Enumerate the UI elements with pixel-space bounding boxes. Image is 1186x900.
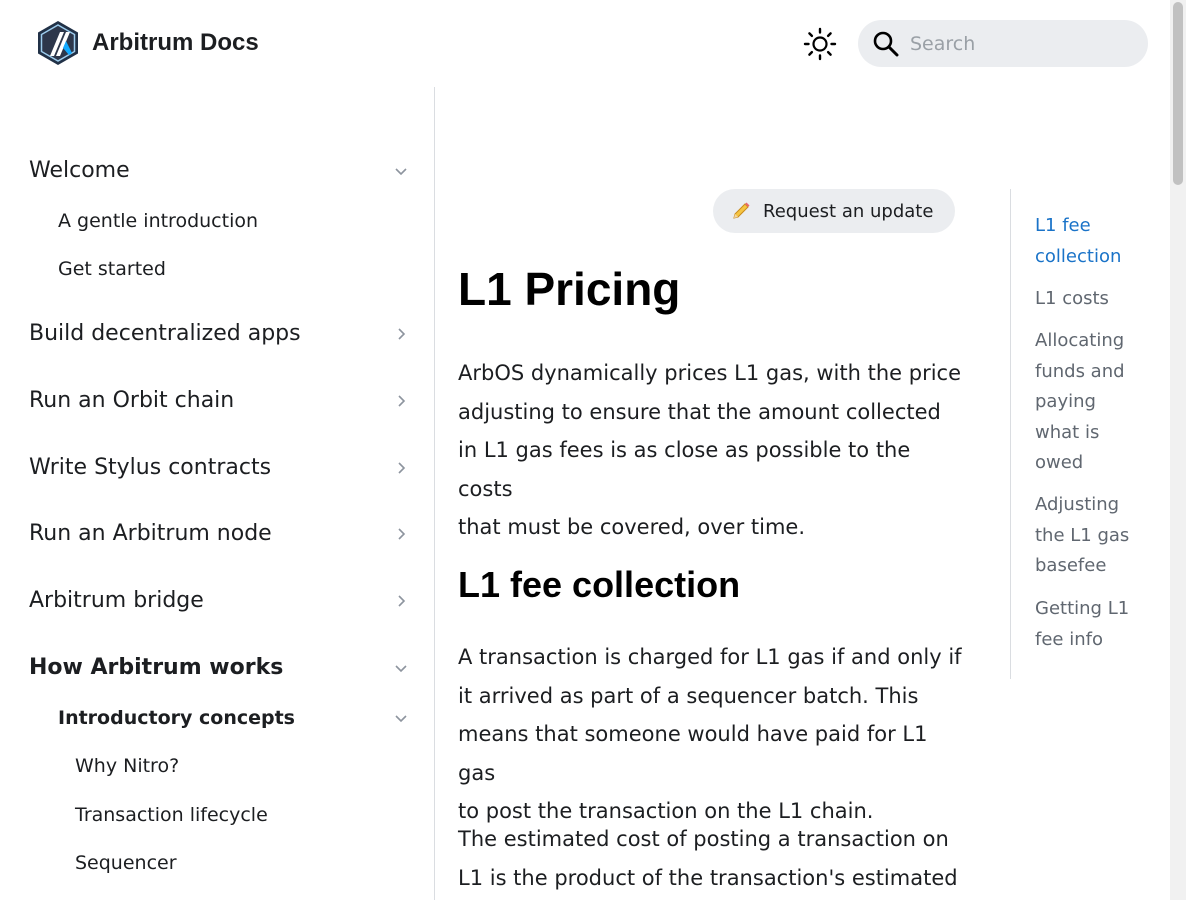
request-update-button[interactable]: Request an update <box>713 189 955 233</box>
sidebar-item-introductory-concepts[interactable]: Introductory concepts <box>58 707 409 729</box>
sidebar-item-label: Run an Arbitrum node <box>29 521 272 546</box>
intro-paragraph: ArbOS dynamically prices L1 gas, with th… <box>458 354 968 547</box>
toc-link-adjusting-basefee[interactable]: Adjusting the L1 gas basefee <box>1035 490 1145 582</box>
chevron-right-icon[interactable] <box>393 460 409 476</box>
search-icon <box>873 31 899 56</box>
toc-link-allocating-funds[interactable]: Allocating funds and paying what is owed <box>1035 326 1145 479</box>
sidebar: Welcome A gentle introduction Get starte… <box>0 87 435 900</box>
sidebar-item-transaction-lifecycle[interactable]: Transaction lifecycle <box>75 804 268 826</box>
sidebar-item-label: How Arbitrum works <box>29 655 284 680</box>
arbitrum-logo-icon <box>38 21 78 65</box>
page-title: L1 Pricing <box>458 263 681 315</box>
text-line: The estimated cost of posting a transact… <box>458 827 949 851</box>
sidebar-item-label: Build decentralized apps <box>29 321 301 346</box>
brand-link[interactable]: Arbitrum Docs <box>36 20 259 66</box>
sidebar-item-label: Arbitrum bridge <box>29 588 204 613</box>
toc-link-line: what is <box>1035 421 1100 443</box>
toc-link-line: Adjusting <box>1035 494 1120 515</box>
brand-title: Arbitrum Docs <box>92 29 259 56</box>
toc-link-line: owed <box>1035 452 1084 473</box>
section-heading: L1 fee collection <box>458 564 741 605</box>
toc-link-line: L1 fee <box>1035 215 1091 236</box>
sidebar-item-label: Write Stylus contracts <box>29 455 272 480</box>
sidebar-item-gentle-introduction[interactable]: A gentle introduction <box>58 210 258 232</box>
request-update-label: Request an update <box>763 200 934 222</box>
next-paragraph: The estimated cost of posting a transact… <box>458 820 968 897</box>
sidebar-item-stylus[interactable]: Write Stylus contracts <box>29 455 409 480</box>
toc-link-line: basefee <box>1035 555 1107 576</box>
chevron-down-icon[interactable] <box>393 710 409 726</box>
toc-link-line: paying <box>1035 391 1096 412</box>
sidebar-item-label: Welcome <box>29 158 130 183</box>
toc-link-line: funds and <box>1035 360 1125 382</box>
toc-link-line: Getting L1 <box>1035 598 1130 619</box>
search-box[interactable] <box>858 20 1148 67</box>
toc-link-line: Allocating <box>1035 330 1125 351</box>
toc-link-line: the L1 gas <box>1035 524 1130 546</box>
toc-link-l1-costs[interactable]: L1 costs <box>1035 284 1145 315</box>
toc-link-getting-fee-info[interactable]: Getting L1 fee info <box>1035 594 1145 655</box>
chevron-right-icon[interactable] <box>393 526 409 542</box>
pencil-icon <box>733 202 750 219</box>
chevron-down-icon[interactable] <box>393 660 409 676</box>
chevron-right-icon[interactable] <box>393 393 409 409</box>
sidebar-item-build-dapps[interactable]: Build decentralized apps <box>29 321 409 346</box>
sidebar-item-get-started[interactable]: Get started <box>58 258 166 280</box>
sun-icon <box>803 27 837 61</box>
sidebar-item-label: Run an Orbit chain <box>29 388 235 413</box>
text-line: L1 is the product of the transaction's e… <box>458 865 958 890</box>
section-paragraph: A transaction is charged for L1 gas if a… <box>458 638 968 831</box>
sidebar-item-bridge[interactable]: Arbitrum bridge <box>29 588 409 613</box>
chevron-right-icon[interactable] <box>393 326 409 342</box>
toc-link-line: fee info <box>1035 628 1103 650</box>
toc-link-line: collection <box>1035 245 1122 267</box>
sidebar-item-welcome[interactable]: Welcome <box>29 158 409 183</box>
table-of-contents: L1 fee collection L1 costs Allocating fu… <box>1010 189 1150 679</box>
text-line: that must be covered, over time. <box>458 515 806 539</box>
theme-toggle-button[interactable] <box>800 24 840 64</box>
sidebar-item-why-nitro[interactable]: Why Nitro? <box>75 755 179 777</box>
toc-link-l1-fee-collection[interactable]: L1 fee collection <box>1035 211 1145 272</box>
chevron-down-icon[interactable] <box>393 163 409 179</box>
sidebar-item-how-arbitrum-works[interactable]: How Arbitrum works <box>29 655 409 680</box>
chevron-right-icon[interactable] <box>393 593 409 609</box>
text-line: adjusting to ensure that the amount coll… <box>458 399 941 424</box>
sidebar-item-node[interactable]: Run an Arbitrum node <box>29 521 409 546</box>
navbar: Arbitrum Docs <box>0 0 1170 87</box>
text-line: ArbOS dynamically prices L1 gas, with th… <box>458 361 962 385</box>
scrollbar-thumb[interactable] <box>1173 2 1183 185</box>
toc-link-line: L1 costs <box>1035 288 1109 309</box>
page-scrollbar[interactable] <box>1170 0 1186 900</box>
text-line: in L1 gas fees is as close as possible t… <box>458 438 911 501</box>
text-line: A transaction is charged for L1 gas if a… <box>458 645 962 669</box>
sidebar-item-sequencer[interactable]: Sequencer <box>75 852 177 874</box>
sidebar-item-orbit-chain[interactable]: Run an Orbit chain <box>29 388 409 413</box>
text-line: means that someone would have paid for L… <box>458 722 928 785</box>
text-line: it arrived as part of a sequencer batch.… <box>458 683 919 708</box>
sidebar-item-label: Introductory concepts <box>58 707 295 729</box>
search-input[interactable] <box>910 32 1130 55</box>
